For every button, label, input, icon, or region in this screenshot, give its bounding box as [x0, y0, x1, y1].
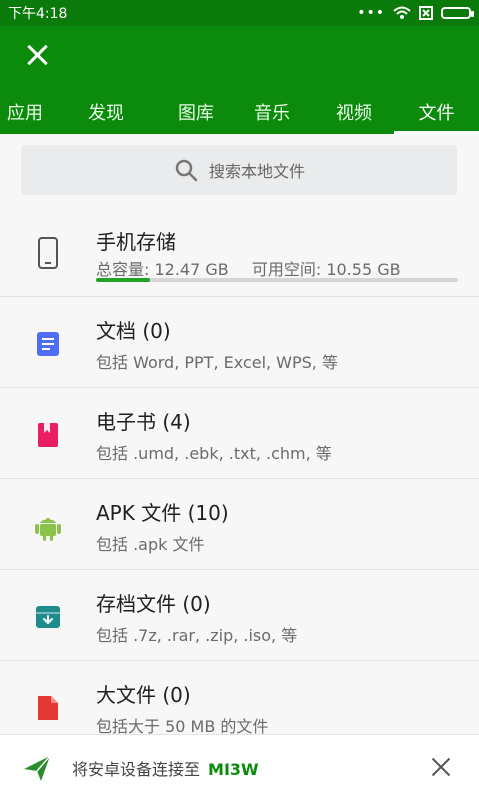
list-item-documents[interactable]: 文档 (0) 包括 Word, PPT, Excel, WPS, 等 — [0, 297, 479, 388]
list-item-apk[interactable]: APK 文件 (10) 包括 .apk 文件 — [0, 479, 479, 570]
storage-available: 可用空间: 10.55 GB — [251, 260, 401, 279]
ebook-icon — [28, 415, 68, 455]
send-icon — [24, 755, 51, 781]
ebooks-sub: 包括 .umd, .ebk, .txt, .chm, 等 — [96, 444, 332, 463]
storage-title: 手机存储 — [96, 230, 176, 254]
phone-storage-row[interactable]: 手机存储 总容量: 12.47 GB 可用空间: 10.55 GB — [0, 206, 479, 297]
tab-discover[interactable]: 发现 — [50, 94, 162, 134]
tab-video[interactable]: 视频 — [314, 94, 394, 134]
top-app-bar: 应用 发现 图库 音乐 视频 文件 — [0, 26, 479, 134]
large-files-title: 大文件 (0) — [96, 683, 191, 707]
status-time: 下午4:18 — [8, 6, 68, 22]
tab-files[interactable]: 文件 — [394, 94, 479, 134]
storage-total: 总容量: 12.47 GB — [96, 260, 229, 279]
tab-bar: 应用 发现 图库 音乐 视频 文件 — [0, 94, 479, 134]
status-bar: 下午4:18 ••• — [0, 0, 479, 26]
status-icons: ••• — [357, 5, 474, 21]
device-name: MI3W — [208, 759, 259, 779]
connect-text[interactable]: 将安卓设备连接至 MI3W — [72, 756, 259, 780]
search-icon — [175, 159, 198, 182]
storage-progress-fill — [96, 278, 151, 282]
archive-icon — [28, 597, 68, 637]
archives-sub: 包括 .7z, .rar, .zip, .iso, 等 — [96, 626, 298, 645]
tab-music[interactable]: 音乐 — [230, 94, 314, 134]
large-file-icon — [28, 688, 68, 728]
list-item-large-files[interactable]: 大文件 (0) 包括大于 50 MB 的文件 — [0, 661, 479, 736]
storage-sub: 总容量: 12.47 GB 可用空间: 10.55 GB — [96, 256, 401, 280]
list-item-ebooks[interactable]: 电子书 (4) 包括 .umd, .ebk, .txt, .chm, 等 — [0, 388, 479, 479]
wifi-icon — [393, 6, 411, 19]
apk-title: APK 文件 (10) — [96, 501, 229, 525]
close-banner-icon[interactable] — [429, 755, 453, 779]
sim-icon — [419, 6, 433, 20]
documents-sub: 包括 Word, PPT, Excel, WPS, 等 — [96, 353, 338, 372]
android-icon — [28, 506, 68, 546]
battery-icon — [441, 7, 474, 19]
search-bar[interactable]: 搜索本地文件 — [21, 145, 457, 195]
list-item-archives[interactable]: 存档文件 (0) 包括 .7z, .rar, .zip, .iso, 等 — [0, 570, 479, 661]
phone-icon — [28, 233, 68, 273]
tab-gallery[interactable]: 图库 — [162, 94, 230, 134]
storage-progress-bar — [96, 278, 458, 282]
documents-title: 文档 (0) — [96, 319, 171, 343]
connect-banner: 将安卓设备连接至 MI3W — [0, 734, 479, 800]
ebooks-title: 电子书 (4) — [96, 410, 191, 434]
connect-label: 将安卓设备连接至 — [72, 759, 201, 779]
close-icon[interactable] — [24, 42, 50, 68]
search-placeholder: 搜索本地文件 — [208, 162, 305, 181]
more-dots-icon: ••• — [357, 5, 385, 21]
archives-title: 存档文件 (0) — [96, 592, 211, 616]
document-icon — [28, 324, 68, 364]
tab-apps[interactable]: 应用 — [0, 94, 50, 134]
file-category-list: 手机存储 总容量: 12.47 GB 可用空间: 10.55 GB 文档 (0)… — [0, 206, 479, 736]
apk-sub: 包括 .apk 文件 — [96, 535, 205, 554]
